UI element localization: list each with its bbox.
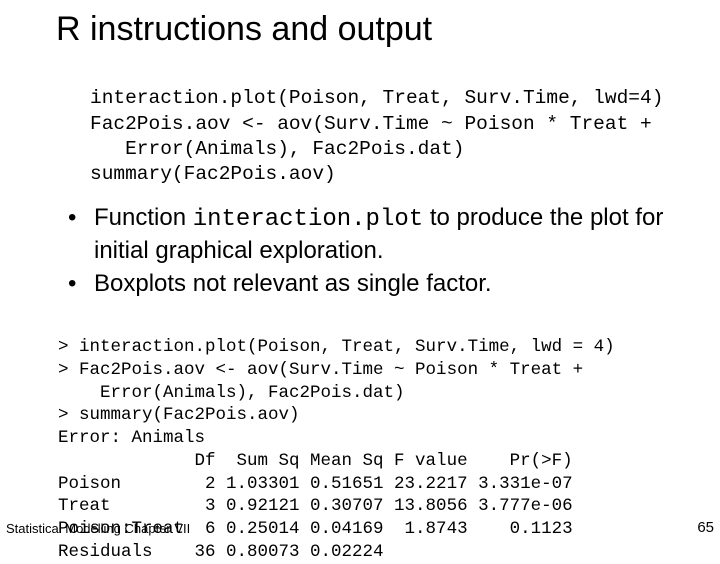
bullet-list: Function interaction.plot to produce the…	[60, 202, 690, 300]
slide-title: R instructions and output	[56, 10, 720, 49]
output-line: > summary(Fac2Pois.aov)	[58, 405, 300, 425]
output-line: Error(Animals), Fac2Pois.dat)	[58, 383, 405, 403]
code-line: summary(Fac2Pois.aov)	[90, 163, 336, 185]
output-line: Poison 2 1.03301 0.51651 23.2217 3.331e-…	[58, 474, 573, 494]
bullet-item: Boxplots not relevant as single factor.	[60, 268, 690, 299]
code-line: interaction.plot(Poison, Treat, Surv.Tim…	[90, 87, 663, 109]
footer-left: Statistical Modelling Chapter VII	[6, 521, 190, 536]
code-line: Fac2Pois.aov <- aov(Surv.Time ~ Poison *…	[90, 113, 663, 135]
page-number: 65	[697, 519, 714, 536]
output-line: Error: Animals	[58, 428, 205, 448]
inline-code: interaction.plot	[193, 206, 423, 233]
bullet-item: Function interaction.plot to produce the…	[60, 202, 690, 266]
code-block: interaction.plot(Poison, Treat, Surv.Tim…	[90, 61, 690, 188]
output-line: Residuals 36 0.80073 0.02224	[58, 542, 384, 562]
output-line: > interaction.plot(Poison, Treat, Surv.T…	[58, 337, 615, 357]
bullet-text: Boxplots not relevant as single factor.	[94, 270, 492, 297]
output-line: > Fac2Pois.aov <- aov(Surv.Time ~ Poison…	[58, 360, 594, 380]
output-line: Treat 3 0.92121 0.30707 13.8056 3.777e-0…	[58, 496, 573, 516]
output-line: Df Sum Sq Mean Sq F value Pr(>F)	[58, 451, 573, 471]
code-line: Error(Animals), Fac2Pois.dat)	[90, 138, 464, 160]
bullet-text: Function	[94, 204, 193, 231]
